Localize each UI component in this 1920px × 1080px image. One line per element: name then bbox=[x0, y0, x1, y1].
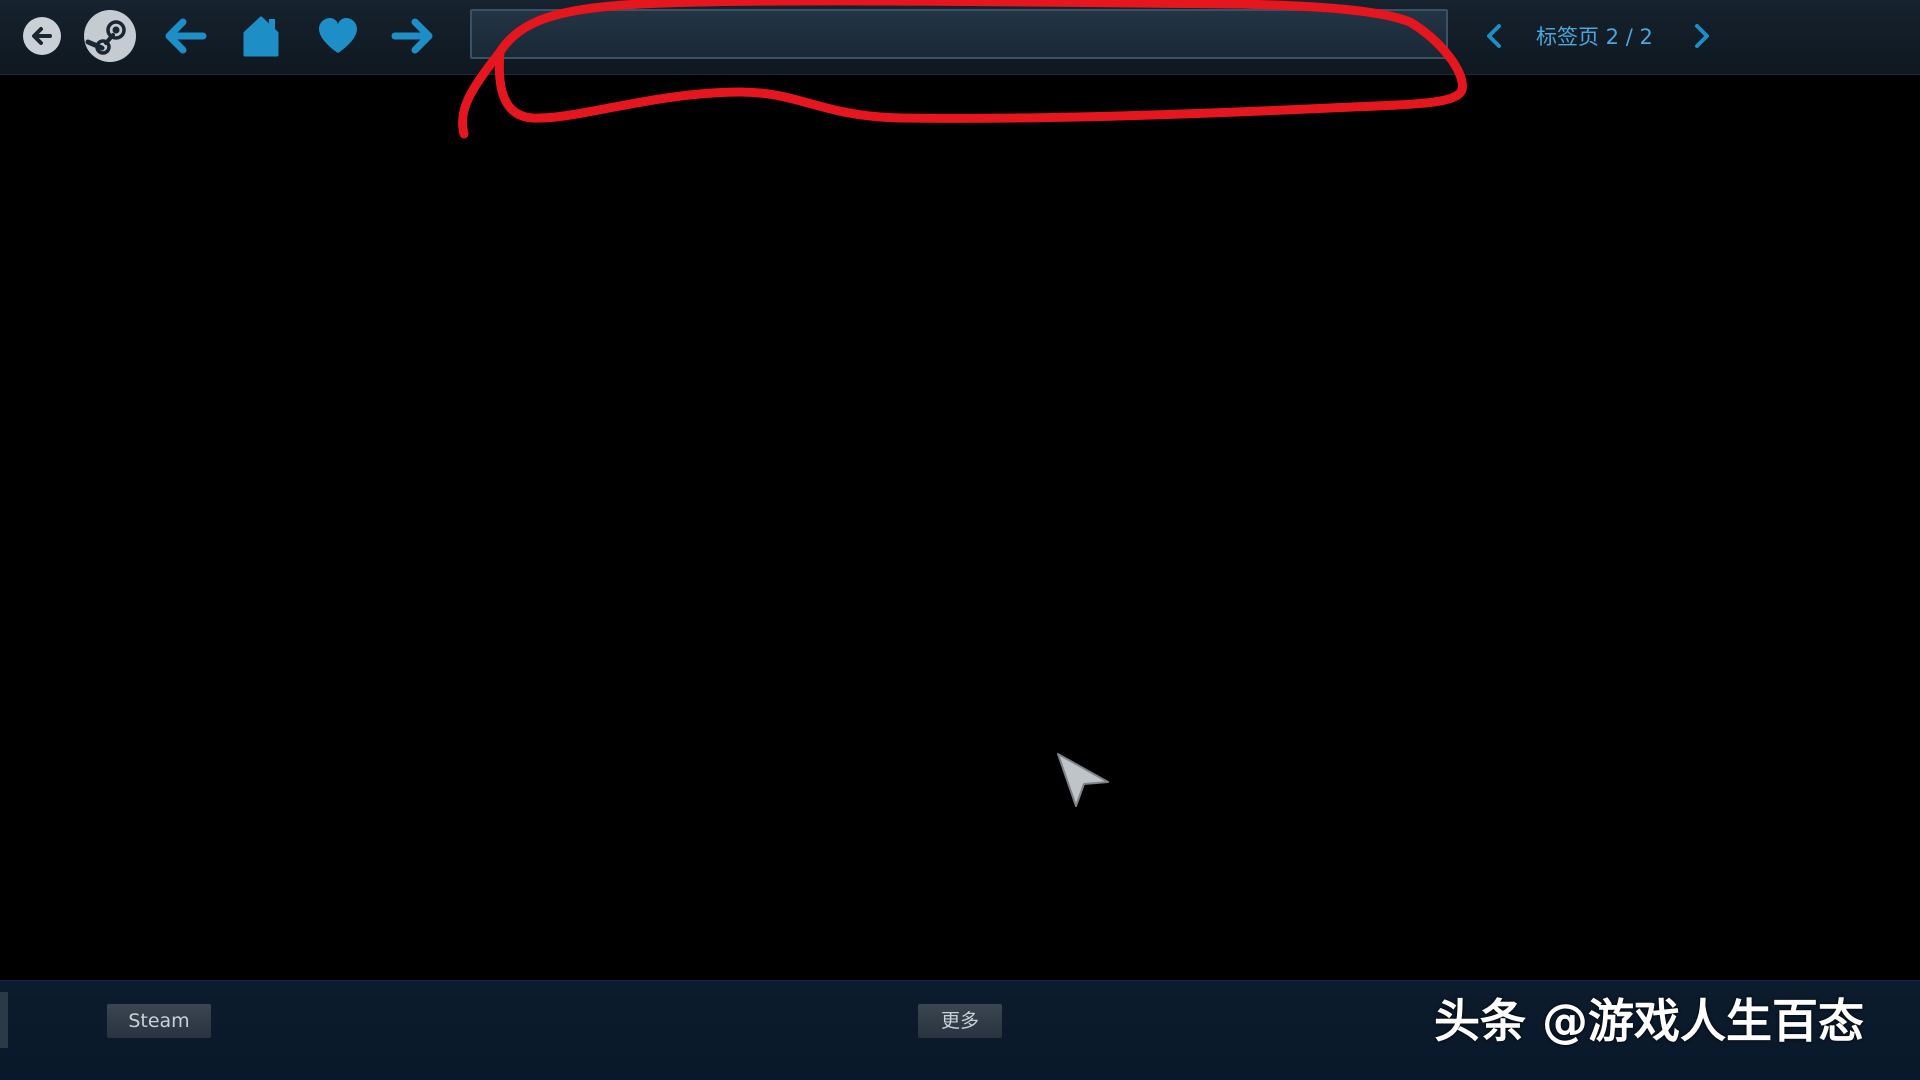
bottom-bar-edge bbox=[0, 992, 8, 1048]
page-load-track bbox=[838, 0, 888, 2]
home-button[interactable] bbox=[236, 12, 286, 60]
next-tab-button[interactable] bbox=[1682, 16, 1722, 56]
exit-browser-button[interactable] bbox=[20, 14, 64, 58]
more-button[interactable]: 更多 bbox=[918, 1004, 1002, 1038]
page-load-indicator bbox=[888, 0, 1082, 2]
watermark-author: @游戏人生百态 bbox=[1542, 994, 1864, 1048]
mouse-pointer-icon bbox=[1057, 753, 1109, 807]
watermark-platform: 头条 bbox=[1434, 994, 1526, 1048]
heart-icon bbox=[319, 18, 357, 53]
page-content-area[interactable] bbox=[0, 75, 1920, 979]
circle-back-arrow-icon bbox=[23, 17, 61, 55]
home-icon bbox=[243, 16, 279, 57]
watermark: 头条 @游戏人生百态 bbox=[1434, 988, 1864, 1054]
steam-menu-button[interactable]: Steam bbox=[107, 1004, 211, 1038]
steam-big-picture-browser: 标签页 2 / 2 Steam 更多 头条 @游戏人生百态 bbox=[0, 0, 1920, 1080]
steam-logo-button[interactable] bbox=[82, 8, 138, 64]
favorites-button[interactable] bbox=[312, 12, 364, 60]
browser-toolbar: 标签页 2 / 2 bbox=[0, 0, 1920, 75]
chevron-right-icon bbox=[1695, 24, 1709, 48]
chevron-left-icon bbox=[1487, 24, 1501, 48]
url-input[interactable] bbox=[470, 9, 1448, 59]
steam-logo-icon bbox=[84, 10, 136, 62]
tab-indicator: 标签页 2 / 2 bbox=[1536, 25, 1653, 49]
forward-button[interactable] bbox=[388, 12, 438, 60]
arrow-left-icon bbox=[165, 18, 207, 54]
arrow-right-icon bbox=[391, 18, 433, 54]
previous-tab-button[interactable] bbox=[1474, 16, 1514, 56]
back-button[interactable] bbox=[160, 12, 210, 60]
